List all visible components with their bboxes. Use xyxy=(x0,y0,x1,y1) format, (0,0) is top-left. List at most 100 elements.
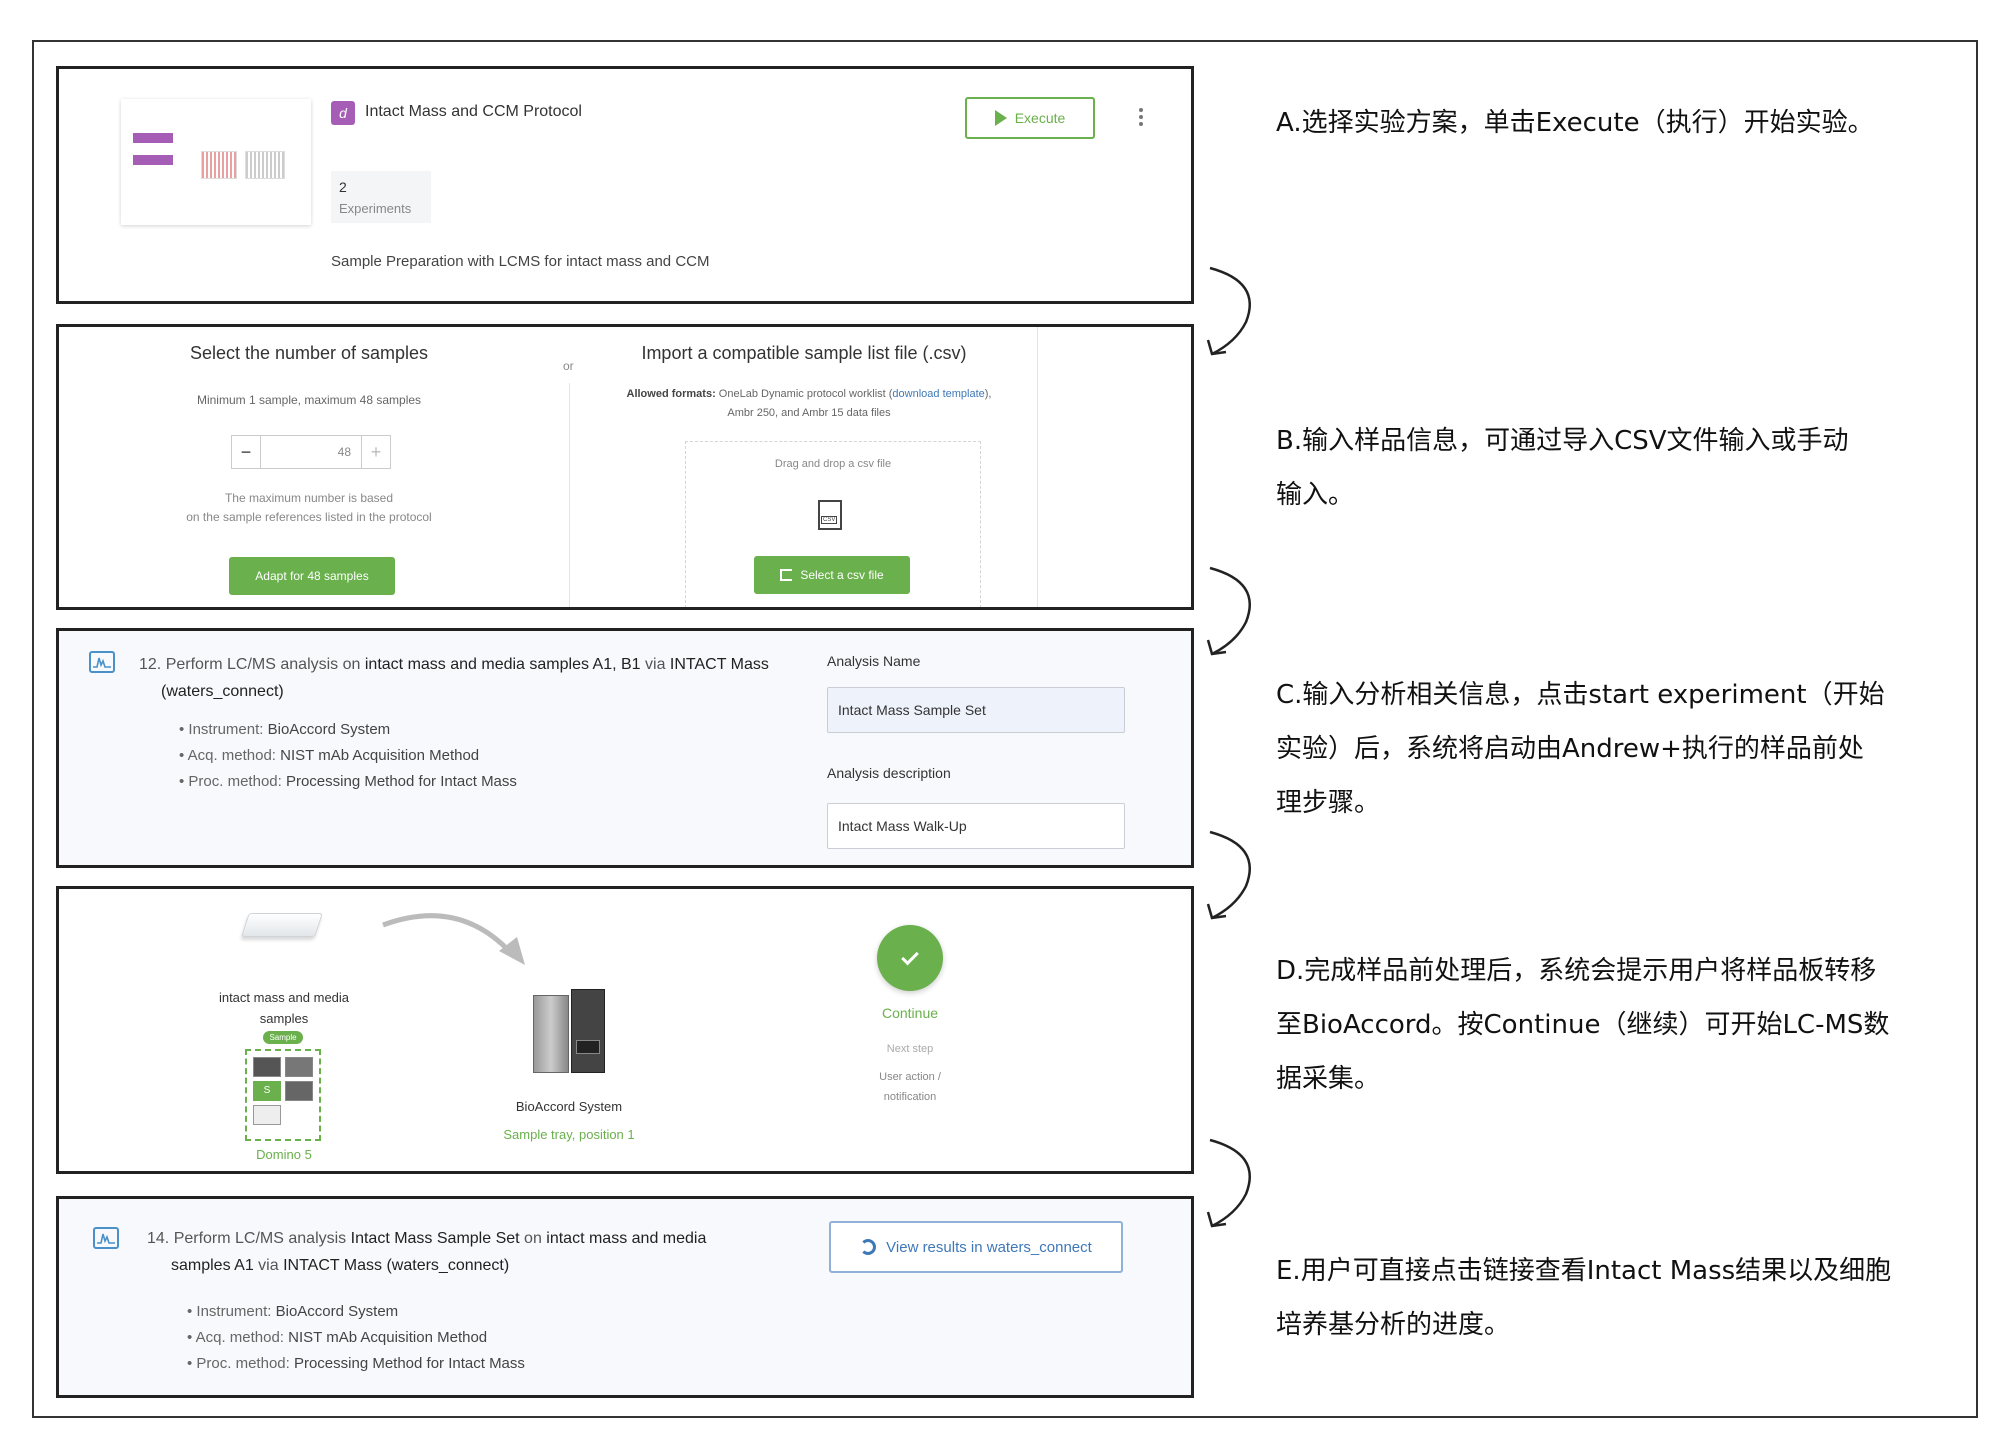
quantity-stepper[interactable]: − 48 + xyxy=(231,435,391,469)
bioaccord-instrument-icon xyxy=(533,985,605,1075)
tray-position-label: Sample tray, position 1 xyxy=(503,1127,635,1142)
sample-count-title: Select the number of samples xyxy=(189,343,429,363)
decrement-button[interactable]: − xyxy=(231,435,261,469)
annotation-c: C.输入分析相关信息，点击start experiment（开始 实验）后，系统… xyxy=(1276,668,1956,830)
annotation-b-line1: B.输入样品信息，可通过导入CSV文件输入或手动 xyxy=(1276,426,1849,456)
step-14-on: on xyxy=(519,1230,547,1247)
flow-arrow-icon xyxy=(1206,266,1251,356)
samples-label-line1: intact mass and media xyxy=(218,990,350,1005)
thumbnail-bar xyxy=(133,155,173,165)
continue-label[interactable]: Continue xyxy=(839,1005,981,1021)
next-step-label: Next step xyxy=(886,1043,934,1055)
instrument-body-left xyxy=(533,995,569,1073)
thumbnail-bar xyxy=(133,133,173,143)
results-step-panel: 14. Perform LC/MS analysis Intact Mass S… xyxy=(56,1196,1194,1398)
step-14-prefix: 14. Perform LC/MS analysis xyxy=(147,1230,351,1247)
proc-key: Proc. method: xyxy=(196,1355,294,1372)
acq-method-item: • Acq. method: NIST mAb Acquisition Meth… xyxy=(179,747,480,764)
flow-arrow-icon xyxy=(1206,566,1251,656)
step-14-method: INTACT Mass (waters_connect) xyxy=(283,1257,510,1274)
more-options-icon[interactable] xyxy=(1139,105,1143,129)
acq-method-item: • Acq. method: NIST mAb Acquisition Meth… xyxy=(187,1329,488,1346)
analysis-desc-field[interactable]: Intact Mass Walk-Up xyxy=(827,803,1125,849)
experiments-label: Experiments xyxy=(339,201,412,216)
panel-divider xyxy=(569,383,570,607)
view-results-button[interactable]: View results in waters_connect xyxy=(829,1221,1123,1273)
continue-button[interactable] xyxy=(877,925,943,991)
execute-label: Execute xyxy=(1014,110,1066,126)
user-action-line2: notification xyxy=(883,1091,937,1103)
instrument-key: Instrument: xyxy=(196,1303,276,1320)
adapt-samples-button[interactable]: Adapt for 48 samples xyxy=(229,557,395,595)
analysis-name-field[interactable]: Intact Mass Sample Set xyxy=(827,687,1125,733)
domino-label: Domino 5 xyxy=(256,1147,312,1162)
annotation-c-line1: C.输入分析相关信息，点击start experiment（开始 xyxy=(1276,680,1885,710)
allowed-formats-label: Allowed formats: xyxy=(626,388,716,400)
annotation-e-line2: 培养基分析的进度。 xyxy=(1276,1310,1511,1340)
protocol-description: Sample Preparation with LCMS for intact … xyxy=(331,253,710,270)
view-results-label: View results in waters_connect xyxy=(886,1238,1092,1256)
instrument-value: BioAccord System xyxy=(275,1303,399,1320)
user-action-label: User action / notification xyxy=(839,1067,981,1107)
sample-input-panel: Select the number of samples Minimum 1 s… xyxy=(56,324,1194,610)
deck-slot-sample: S xyxy=(253,1081,281,1101)
select-csv-button[interactable]: Select a csv file xyxy=(754,556,910,594)
deck-row xyxy=(253,1057,313,1077)
instrument-value: BioAccord System xyxy=(267,721,391,738)
download-template-link[interactable]: download template xyxy=(892,388,984,400)
analysis-name-label: Analysis Name xyxy=(827,653,921,669)
step-12-method: INTACT Mass xyxy=(669,656,769,673)
step-12-via: via xyxy=(640,656,670,673)
allowed-formats-end: ), xyxy=(984,388,992,400)
sample-count-input[interactable]: 48 xyxy=(261,435,361,469)
instrument-item: • Instrument: BioAccord System xyxy=(187,1303,399,1320)
sample-note-line1: The maximum number is based xyxy=(224,491,394,505)
annotation-e-line1: E.用户可直接点击链接查看Intact Mass结果以及细胞 xyxy=(1276,1256,1892,1286)
chromatogram-icon xyxy=(89,651,115,673)
file-export-icon xyxy=(780,569,793,581)
step-12-app: (waters_connect) xyxy=(161,683,284,700)
experiments-stat: 2 Experiments xyxy=(331,171,431,223)
protocol-type-badge: d xyxy=(331,101,355,125)
panel-divider-right xyxy=(1037,327,1038,607)
step-14-line2: samples A1 via INTACT Mass (waters_conne… xyxy=(147,1257,509,1274)
protocol-title[interactable]: Intact Mass and CCM Protocol xyxy=(365,103,582,121)
analysis-desc-label: Analysis description xyxy=(827,765,951,781)
or-label: or xyxy=(563,359,574,373)
step-14-samples-a1: samples A1 xyxy=(171,1257,254,1274)
annotation-a: A.选择实验方案，单击Execute（执行）开始实验。 xyxy=(1276,96,1956,150)
samples-label: intact mass and media samples xyxy=(189,987,379,1029)
sample-tag-badge: Sample xyxy=(263,1031,303,1044)
import-title: Import a compatible sample list file (.c… xyxy=(641,343,967,363)
csv-drop-zone[interactable]: Drag and drop a csv file CSV Select a cs… xyxy=(685,441,981,607)
step-12-prefix: 12. Perform LC/MS analysis on xyxy=(139,656,365,673)
sample-note-line2: on the sample references listed in the p… xyxy=(186,510,432,524)
acq-value: NIST mAb Acquisition Method xyxy=(288,1329,488,1346)
annotation-a-text: A.选择实验方案，单击Execute（执行）开始实验。 xyxy=(1276,108,1874,138)
flow-arrow-icon xyxy=(1206,1138,1251,1228)
annotation-d-line2: 至BioAccord。按Continue（继续）可开始LC-MS数 xyxy=(1276,1010,1890,1040)
allowed-formats: Allowed formats: OneLab Dynamic protocol… xyxy=(579,385,1039,423)
chromatogram-icon xyxy=(93,1227,119,1249)
acq-key: Acq. method: xyxy=(187,747,281,764)
play-icon xyxy=(994,110,1007,126)
step-14-title: 14. Perform LC/MS analysis Intact Mass S… xyxy=(147,1225,767,1279)
step-12-details: • Instrument: BioAccord System • Acq. me… xyxy=(179,717,517,795)
csv-file-icon: CSV xyxy=(818,500,842,530)
annotation-b-line2: 输入。 xyxy=(1276,480,1355,510)
deck-slot xyxy=(285,1081,313,1101)
execute-button[interactable]: Execute xyxy=(965,97,1095,139)
deck-row xyxy=(253,1105,313,1125)
acq-key: Acq. method: xyxy=(195,1329,289,1346)
thumbnail-plate-red xyxy=(201,151,237,179)
annotation-c-line2: 实验）后，系统将启动由Andrew+执行的样品前处 xyxy=(1276,734,1864,764)
deck-row: S xyxy=(253,1081,313,1101)
step-12-title: 12. Perform LC/MS analysis on intact mas… xyxy=(139,651,779,705)
thumbnail-plate-grey xyxy=(245,151,285,179)
step-14-via: via xyxy=(253,1257,284,1274)
increment-button[interactable]: + xyxy=(361,435,391,469)
instrument-item: • Instrument: BioAccord System xyxy=(179,721,391,738)
instrument-label: BioAccord System xyxy=(515,1099,623,1114)
domino-deck[interactable]: S xyxy=(245,1049,321,1141)
analysis-step-panel: 12. Perform LC/MS analysis on intact mas… xyxy=(56,628,1194,868)
